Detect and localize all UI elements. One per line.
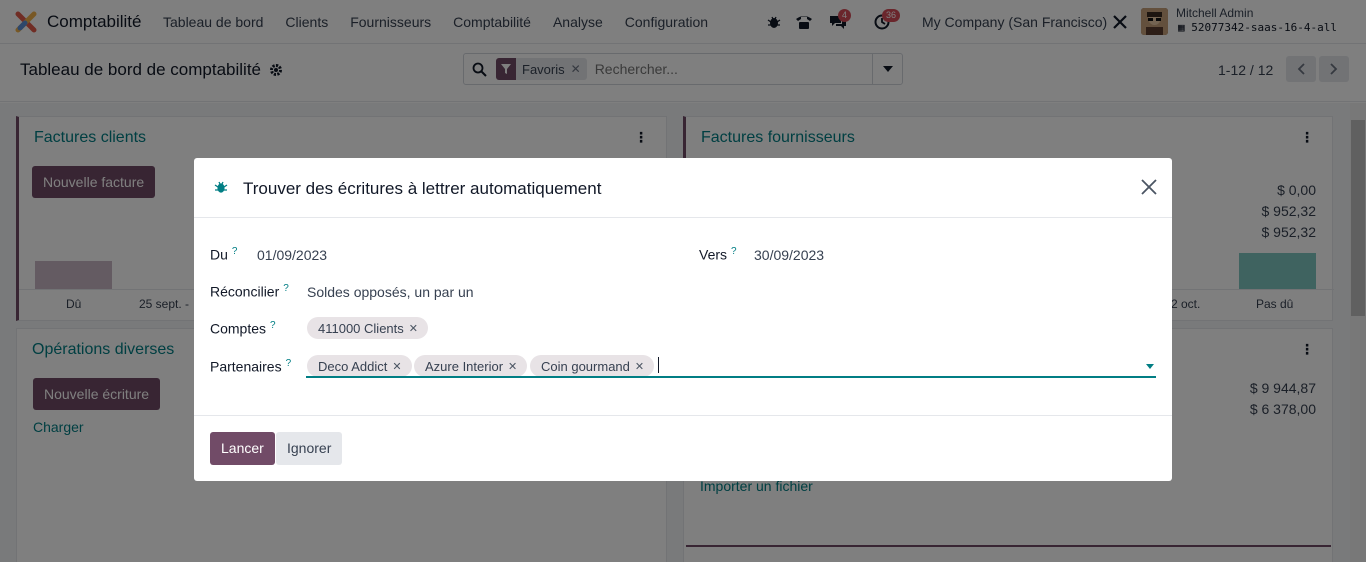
accounts-label: Comptes?: [210, 320, 276, 337]
launch-button[interactable]: Lancer: [210, 432, 275, 465]
help-tooltip-icon[interactable]: ?: [286, 358, 292, 369]
to-date-label: Vers?: [699, 246, 737, 263]
from-date-label-text: Du: [210, 246, 228, 263]
reconcile-mode-label: Réconcilier?: [210, 283, 289, 300]
chevron-down-icon[interactable]: [1146, 364, 1154, 369]
tag-label: 411000 Clients: [318, 320, 404, 336]
help-tooltip-icon[interactable]: ?: [270, 320, 276, 331]
account-tag[interactable]: 411000 Clients ✕: [307, 317, 428, 339]
partner-tag[interactable]: Coin gourmand ✕: [530, 355, 655, 377]
dialog-footer: Lancer Ignorer: [194, 415, 1172, 481]
tag-label: Azure Interior: [425, 358, 504, 374]
partner-tag[interactable]: Azure Interior ✕: [414, 355, 528, 377]
from-date-field[interactable]: 01/09/2023: [257, 247, 327, 263]
partner-tag[interactable]: Deco Addict ✕: [307, 355, 412, 377]
tag-label: Deco Addict: [318, 358, 388, 374]
partners-label-text: Partenaires: [210, 358, 282, 375]
discard-button[interactable]: Ignorer: [276, 432, 343, 465]
dialog-header: Trouver des écritures à lettrer automati…: [194, 158, 1172, 218]
debug-bug-icon: [214, 181, 228, 193]
partners-input-caret[interactable]: [658, 357, 659, 373]
help-tooltip-icon[interactable]: ?: [283, 283, 289, 294]
accounts-label-text: Comptes: [210, 320, 267, 337]
auto-reconcile-dialog: Trouver des écritures à lettrer automati…: [194, 158, 1172, 481]
tag-remove-icon[interactable]: ✕: [508, 360, 517, 373]
to-date-label-text: Vers: [699, 246, 728, 263]
partners-label: Partenaires?: [210, 358, 291, 375]
tag-remove-icon[interactable]: ✕: [635, 360, 644, 373]
to-date-field[interactable]: 30/09/2023: [754, 247, 824, 263]
dialog-title: Trouver des écritures à lettrer automati…: [243, 179, 602, 198]
tag-remove-icon[interactable]: ✕: [409, 322, 418, 335]
tag-remove-icon[interactable]: ✕: [392, 360, 401, 373]
from-date-label: Du?: [210, 246, 237, 263]
reconcile-mode-field[interactable]: Soldes opposés, un par un: [307, 284, 474, 300]
tag-label: Coin gourmand: [541, 358, 630, 374]
help-tooltip-icon[interactable]: ?: [232, 246, 238, 257]
reconcile-mode-label-text: Réconcilier: [210, 283, 280, 300]
help-tooltip-icon[interactable]: ?: [731, 246, 737, 257]
close-icon[interactable]: [1140, 178, 1158, 196]
partners-input-underline[interactable]: [306, 376, 1156, 378]
